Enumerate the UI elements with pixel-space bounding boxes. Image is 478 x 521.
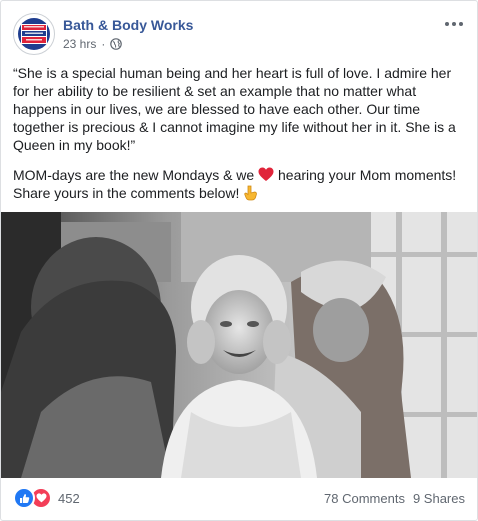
engagement-stats: 78 Comments 9 Shares (324, 491, 465, 506)
pointing-down-emoji-icon (244, 185, 258, 201)
cta-text-start: MOM-days are the new Mondays & we (13, 167, 259, 183)
post-header: Bath & Body Works 23 hrs · (13, 13, 465, 57)
globe-icon[interactable] (110, 38, 123, 50)
page-name-link[interactable]: Bath & Body Works (63, 17, 193, 33)
facebook-post: Bath & Body Works 23 hrs · “She is a spe… (0, 0, 478, 521)
reaction-count: 452 (58, 490, 80, 506)
post-message: “She is a special human being and her he… (13, 64, 465, 212)
brand-logo-icon (15, 15, 53, 53)
page-avatar[interactable] (13, 13, 55, 55)
comments-count-link[interactable]: 78 Comments (324, 491, 405, 506)
like-icon (13, 487, 35, 509)
post-photo[interactable] (1, 212, 477, 478)
photo-image (1, 212, 477, 478)
dot-icon (452, 22, 456, 26)
meta-separator: · (101, 37, 106, 51)
post-timestamp[interactable]: 23 hrs (63, 37, 96, 51)
dot-icon (445, 22, 449, 26)
post-paragraph-cta: MOM-days are the new Mondays & we hearin… (13, 166, 465, 202)
reactions-summary[interactable]: 452 (13, 487, 80, 509)
more-options-icon[interactable] (443, 15, 465, 33)
post-meta: 23 hrs · (63, 37, 123, 51)
shares-count-link[interactable]: 9 Shares (413, 491, 465, 506)
red-heart-emoji-icon (258, 167, 274, 181)
post-paragraph-quote: “She is a special human being and her he… (13, 65, 456, 153)
post-footer: 452 78 Comments 9 Shares (13, 484, 465, 512)
dot-icon (459, 22, 463, 26)
